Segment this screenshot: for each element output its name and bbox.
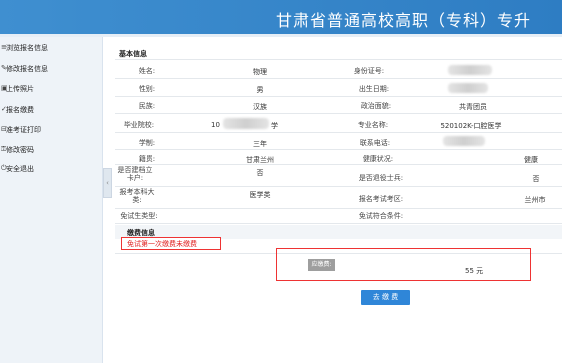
divider bbox=[115, 96, 562, 97]
page-title: 甘肃省普通高校高职（专科）专升 bbox=[276, 11, 532, 30]
header-banner: 甘肃省普通高校高职（专科）专升 bbox=[0, 0, 562, 34]
exam-area-value: 兰州市 bbox=[524, 196, 546, 204]
divider bbox=[115, 113, 562, 114]
apply-label: 报考本科大类: bbox=[119, 188, 155, 204]
ethnic-value: 汉族 bbox=[253, 103, 267, 111]
sidebar: ≡浏览报名信息 ✎修改报名信息 ▣上传照片 ✓报名缴费 ⊟准考证打印 ⚿修改密码… bbox=[0, 37, 103, 363]
school-value-suffix: 学 bbox=[271, 122, 278, 130]
go-pay-button[interactable]: 去 缴 费 bbox=[361, 290, 410, 305]
sidebar-item-label: 上传照片 bbox=[6, 85, 34, 93]
sidebar-item-admission-ticket[interactable]: ⊟准考证打印 bbox=[0, 125, 103, 141]
sidebar-item-browse[interactable]: ≡浏览报名信息 bbox=[0, 43, 103, 59]
id-label: 身份证号: bbox=[353, 67, 385, 75]
sidebar-item-payment[interactable]: ✓报名缴费 bbox=[0, 105, 103, 121]
exam-area-label: 报名考试考区: bbox=[358, 195, 404, 203]
divider bbox=[115, 223, 562, 224]
health-label: 健康状况: bbox=[362, 155, 394, 163]
payment-notice: 免试第一次缴费未缴费 bbox=[127, 240, 197, 248]
redacted-id bbox=[448, 65, 492, 75]
apply-value: 医学类 bbox=[249, 191, 271, 199]
gender-label: 性别: bbox=[138, 85, 156, 93]
main-content: 基本信息 姓名: 物理 身份证号: 性别: 男 出生日期: 民族: 汉族 政治面… bbox=[115, 37, 562, 363]
sidebar-collapse-toggle[interactable]: ‹ bbox=[103, 168, 112, 198]
divider bbox=[115, 59, 562, 60]
sidebar-item-label: 浏览报名信息 bbox=[6, 44, 48, 52]
sidebar-item-label: 报名缴费 bbox=[6, 106, 34, 114]
redacted-birth bbox=[448, 83, 488, 93]
divider bbox=[115, 208, 562, 209]
birth-label: 出生日期: bbox=[358, 85, 390, 93]
sidebar-item-label: 修改报名信息 bbox=[6, 65, 48, 73]
sidebar-item-edit[interactable]: ✎修改报名信息 bbox=[0, 64, 103, 80]
political-label: 政治面貌: bbox=[360, 102, 392, 110]
sidebar-item-change-password[interactable]: ⚿修改密码 bbox=[0, 145, 103, 161]
fee-value: 55 元 bbox=[465, 267, 484, 275]
soldier-value: 否 bbox=[532, 175, 540, 183]
origin-label: 籍贯: bbox=[138, 155, 156, 163]
sidebar-item-label: 修改密码 bbox=[6, 146, 34, 154]
redacted-phone bbox=[443, 136, 485, 146]
redacted-school bbox=[223, 118, 269, 129]
soldier-label: 是否退役士兵: bbox=[358, 174, 404, 182]
divider bbox=[115, 186, 562, 187]
sidebar-item-label: 安全退出 bbox=[6, 165, 34, 173]
sidebar-item-upload-photo[interactable]: ▣上传照片 bbox=[0, 84, 103, 100]
years-label: 学制: bbox=[138, 139, 156, 147]
ethnic-label: 民族: bbox=[138, 102, 156, 110]
sidebar-item-label: 准考证打印 bbox=[6, 126, 41, 134]
card-label: 是否建档立卡户: bbox=[117, 166, 153, 182]
school-label: 毕业院校: bbox=[123, 121, 155, 129]
divider bbox=[115, 132, 562, 133]
years-value: 三年 bbox=[253, 140, 267, 148]
school-value-prefix: 10 bbox=[211, 121, 220, 129]
divider bbox=[115, 164, 562, 165]
political-value: 共青团员 bbox=[459, 103, 487, 111]
gender-value: 男 bbox=[256, 86, 264, 94]
exempt-label: 免试生类型: bbox=[120, 212, 158, 220]
phone-label: 联系电话: bbox=[359, 139, 391, 147]
divider bbox=[115, 78, 562, 79]
major-label: 专业名称: bbox=[357, 121, 389, 129]
fee-label: 应缴费: bbox=[308, 259, 335, 271]
exempt-cond-label: 免试符合条件: bbox=[358, 212, 404, 220]
card-value: 否 bbox=[256, 169, 264, 177]
name-label: 姓名: bbox=[138, 67, 156, 75]
basic-info-title: 基本信息 bbox=[119, 50, 147, 58]
name-value: 物理 bbox=[253, 68, 267, 76]
divider bbox=[115, 149, 562, 150]
major-value: 520102K-口腔医学 bbox=[440, 122, 502, 130]
sidebar-item-logout[interactable]: ⏻安全退出 bbox=[0, 164, 103, 180]
